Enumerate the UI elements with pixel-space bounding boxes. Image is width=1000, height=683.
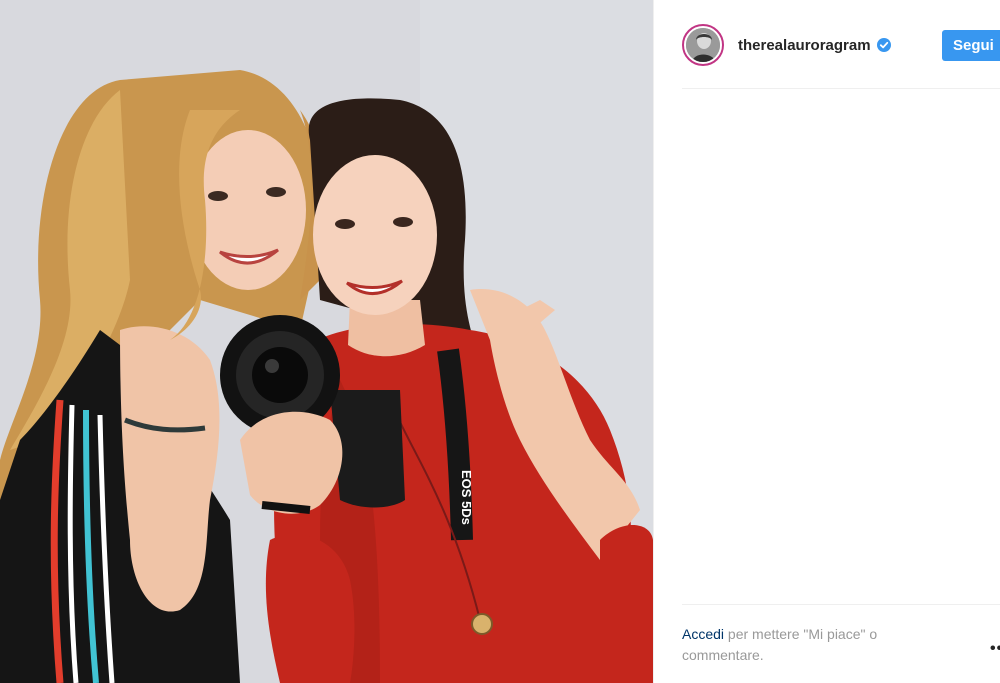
camera-strap-text: EOS 5Ds: [459, 470, 474, 525]
username-link[interactable]: therealauroragram: [738, 37, 871, 54]
profile-photo-icon: [686, 28, 720, 62]
footer-divider: [682, 604, 1000, 605]
login-prompt: Accedi per mettere "Mi piace" o commenta…: [682, 624, 942, 666]
login-link[interactable]: Accedi: [682, 626, 724, 642]
post-side-panel: therealauroragram Segui Accedi per mette…: [653, 0, 1000, 683]
verified-badge-icon: [876, 38, 891, 52]
more-dots-icon[interactable]: ••: [990, 640, 1000, 658]
post-photo[interactable]: EOS 5Ds: [0, 0, 653, 683]
header-divider: [682, 88, 1000, 89]
avatar-image: [686, 28, 720, 62]
photo-illustration: EOS 5Ds: [0, 0, 653, 683]
avatar[interactable]: [682, 24, 724, 66]
instagram-post: EOS 5Ds therealauroragram Segui Accedi p…: [0, 0, 1000, 683]
follow-button[interactable]: Segui: [942, 30, 1000, 61]
